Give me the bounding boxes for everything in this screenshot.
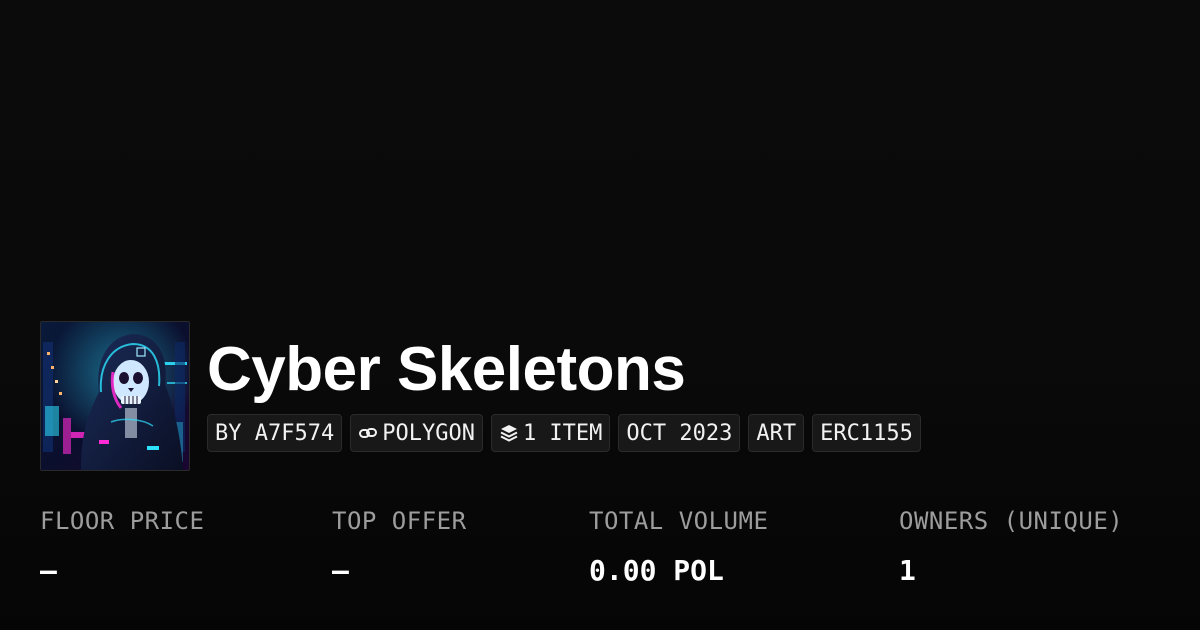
standard-label: ERC1155 xyxy=(820,420,913,446)
top-offer-stat: TOP OFFER – xyxy=(332,506,467,587)
total-volume-stat: TOTAL VOLUME 0.00 POL xyxy=(589,506,768,587)
creator-label: BY A7F574 xyxy=(215,420,335,446)
category-chip[interactable]: ART xyxy=(748,414,805,452)
top-offer-label: TOP OFFER xyxy=(332,507,467,535)
category-label: ART xyxy=(756,420,797,446)
owners-stat: OWNERS (UNIQUE) 1 xyxy=(899,506,1123,587)
collection-title: Cyber Skeletons xyxy=(207,335,686,404)
floor-price-stat: FLOOR PRICE – xyxy=(40,506,204,587)
chain-label: POLYGON xyxy=(382,420,475,446)
link-icon xyxy=(358,423,378,443)
layers-icon xyxy=(499,423,519,443)
collection-header: Cyber Skeletons BY A7F574 POLYGON 1 ITEM… xyxy=(40,321,921,471)
collection-tags: BY A7F574 POLYGON 1 ITEM OCT 2023 ART ER… xyxy=(207,414,921,452)
date-label: OCT 2023 xyxy=(626,420,733,446)
owners-label: OWNERS (UNIQUE) xyxy=(899,507,1124,535)
floor-price-value: – xyxy=(40,554,57,587)
skeleton-artwork-image xyxy=(41,322,189,470)
total-volume-value: 0.00 POL xyxy=(589,554,724,587)
date-chip: OCT 2023 xyxy=(618,414,741,452)
standard-chip: ERC1155 xyxy=(812,414,921,452)
total-volume-label: TOTAL VOLUME xyxy=(589,507,769,535)
top-offer-value: – xyxy=(332,554,349,587)
owners-value: 1 xyxy=(899,554,916,587)
items-chip[interactable]: 1 ITEM xyxy=(490,414,611,452)
collection-info: Cyber Skeletons BY A7F574 POLYGON 1 ITEM… xyxy=(207,321,921,452)
creator-chip[interactable]: BY A7F574 xyxy=(207,414,343,452)
chain-chip[interactable]: POLYGON xyxy=(350,414,483,452)
collection-avatar xyxy=(40,321,190,471)
floor-price-label: FLOOR PRICE xyxy=(40,507,205,535)
items-label: 1 ITEM xyxy=(522,420,603,446)
